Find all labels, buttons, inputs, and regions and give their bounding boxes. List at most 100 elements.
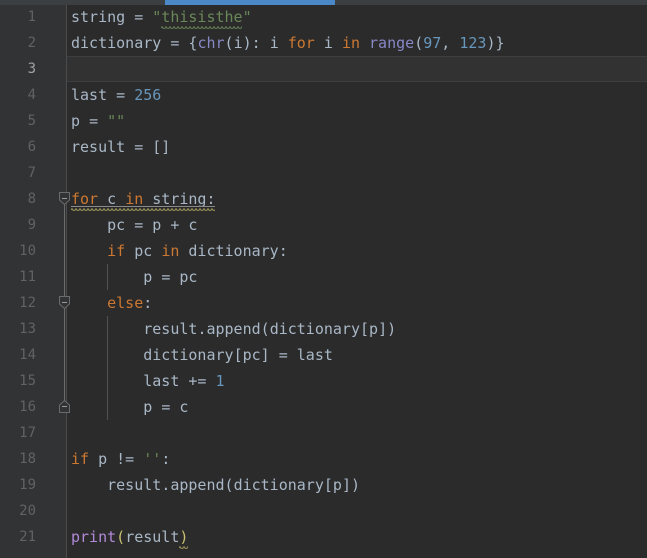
code-line-19[interactable]: result.append(dictionary[p])	[67, 472, 647, 498]
code-line-11[interactable]: p = pc	[67, 264, 647, 290]
token-default: :	[143, 294, 153, 312]
token-default: )}	[486, 34, 505, 52]
token-ws	[143, 216, 152, 234]
line-number-1: 1	[27, 9, 36, 25]
code-line-12[interactable]: else:	[67, 290, 647, 316]
token-builtin: chr	[197, 34, 225, 52]
line-number-16: 16	[19, 399, 36, 415]
token-default: ):	[242, 34, 261, 52]
token-default: ,	[441, 34, 451, 52]
code-line-14[interactable]: dictionary[pc] = last	[67, 342, 647, 368]
fold-region-end[interactable]	[58, 399, 71, 414]
token-ident: last	[71, 86, 108, 104]
token-ws	[125, 86, 134, 104]
code-line-9[interactable]: pc = p + c	[67, 212, 647, 238]
token-ident: p	[369, 320, 379, 338]
active-tab-indicator[interactable]	[165, 0, 335, 5]
token-string: ''	[143, 450, 162, 468]
code-line-17[interactable]	[67, 420, 647, 446]
token-ws	[206, 372, 215, 390]
token-keyword: if	[107, 242, 126, 260]
editor-tab-strip	[0, 0, 647, 5]
token-default: +=	[188, 372, 207, 390]
code-editor[interactable]: 1 2 3 4 5 6 7 8 9 10 11 12 13 14 15 16 17 18 19 20 21 string…	[0, 0, 647, 558]
token-ws	[71, 294, 107, 312]
token-ws	[333, 34, 342, 52]
token-ws	[360, 34, 369, 52]
code-line-15[interactable]: last += 1	[67, 368, 647, 394]
token-ws	[71, 346, 143, 364]
token-default: =	[89, 112, 99, 130]
token-ident: append	[206, 320, 261, 338]
token-keyword: if	[71, 450, 90, 468]
line-number-15: 15	[19, 373, 36, 389]
token-ws	[71, 398, 143, 416]
token-ident: dictionary	[269, 320, 360, 338]
token-ws	[107, 86, 116, 104]
code-line-2[interactable]: dictionary = {chr(i): i for i in range(9…	[67, 30, 647, 56]
code-line-20[interactable]	[67, 498, 647, 524]
token-string: ""	[107, 112, 126, 130]
token-default: =	[134, 8, 144, 26]
token-default: [	[323, 476, 333, 494]
line-number-6: 6	[27, 139, 36, 155]
code-line-5[interactable]: p = ""	[67, 108, 647, 134]
line-number-5: 5	[27, 113, 36, 129]
token-ws	[89, 450, 98, 468]
token-ws	[270, 346, 279, 364]
code-line-8[interactable]: for c in string:	[67, 186, 647, 212]
token-number: 97	[423, 34, 442, 52]
code-content[interactable]: string = "thisisthe" dictionary = {chr(i)…	[67, 0, 647, 558]
token-string: "thisisthe"	[152, 8, 252, 26]
token-default: !=	[116, 450, 135, 468]
token-default: :	[278, 242, 288, 260]
code-line-10[interactable]: if pc in dictionary:	[67, 238, 647, 264]
token-number: 256	[134, 86, 162, 104]
code-line-4[interactable]: last = 256	[67, 82, 647, 108]
code-line-1[interactable]: string = "thisisthe"	[67, 4, 647, 30]
code-line-3[interactable]	[67, 56, 647, 82]
token-ws	[161, 216, 170, 234]
fold-marker-for-loop[interactable]	[58, 191, 71, 206]
line-number-3: 3	[27, 61, 36, 77]
token-ident: p	[71, 112, 81, 130]
token-default: ])	[378, 320, 397, 338]
token-ws	[315, 34, 324, 52]
token-default: (	[224, 34, 234, 52]
line-number-8: 8	[27, 191, 36, 207]
token-default: =	[116, 86, 126, 104]
code-line-16[interactable]: p = c	[67, 394, 647, 420]
token-ident: i	[269, 34, 279, 52]
token-default: (	[116, 528, 126, 546]
line-number-19: 19	[19, 477, 36, 493]
token-ident: c	[179, 398, 189, 416]
line-number-2: 2	[27, 35, 36, 51]
code-line-13[interactable]: result.append(dictionary[p])	[67, 316, 647, 342]
code-line-18[interactable]: if p != '':	[67, 446, 647, 472]
token-default: =	[134, 138, 144, 156]
token-ident: dictionary	[233, 476, 324, 494]
token-keyword: else	[107, 294, 144, 312]
code-line-7[interactable]	[67, 160, 647, 186]
code-line-21[interactable]: print(result)	[67, 524, 647, 550]
token-ws	[143, 138, 152, 156]
token-ws	[161, 34, 170, 52]
line-number-10: 10	[19, 243, 36, 259]
token-ident: p	[152, 216, 162, 234]
token-ws	[134, 450, 143, 468]
fold-marker-else-block[interactable]	[58, 295, 71, 310]
token-ws	[71, 320, 143, 338]
token-ws	[152, 242, 161, 260]
token-ident: i	[323, 34, 333, 52]
token-ws	[125, 138, 134, 156]
token-default: =	[161, 268, 171, 286]
code-line-6[interactable]: result = []	[67, 134, 647, 160]
token-default: ])	[341, 476, 360, 494]
token-ws	[125, 242, 134, 260]
token-ws	[107, 450, 116, 468]
token-ident: dictionary	[71, 34, 162, 52]
token-ident: p	[143, 268, 153, 286]
line-number-11: 11	[19, 269, 36, 285]
token-ws	[288, 346, 297, 364]
token-keyword: in	[341, 34, 360, 52]
